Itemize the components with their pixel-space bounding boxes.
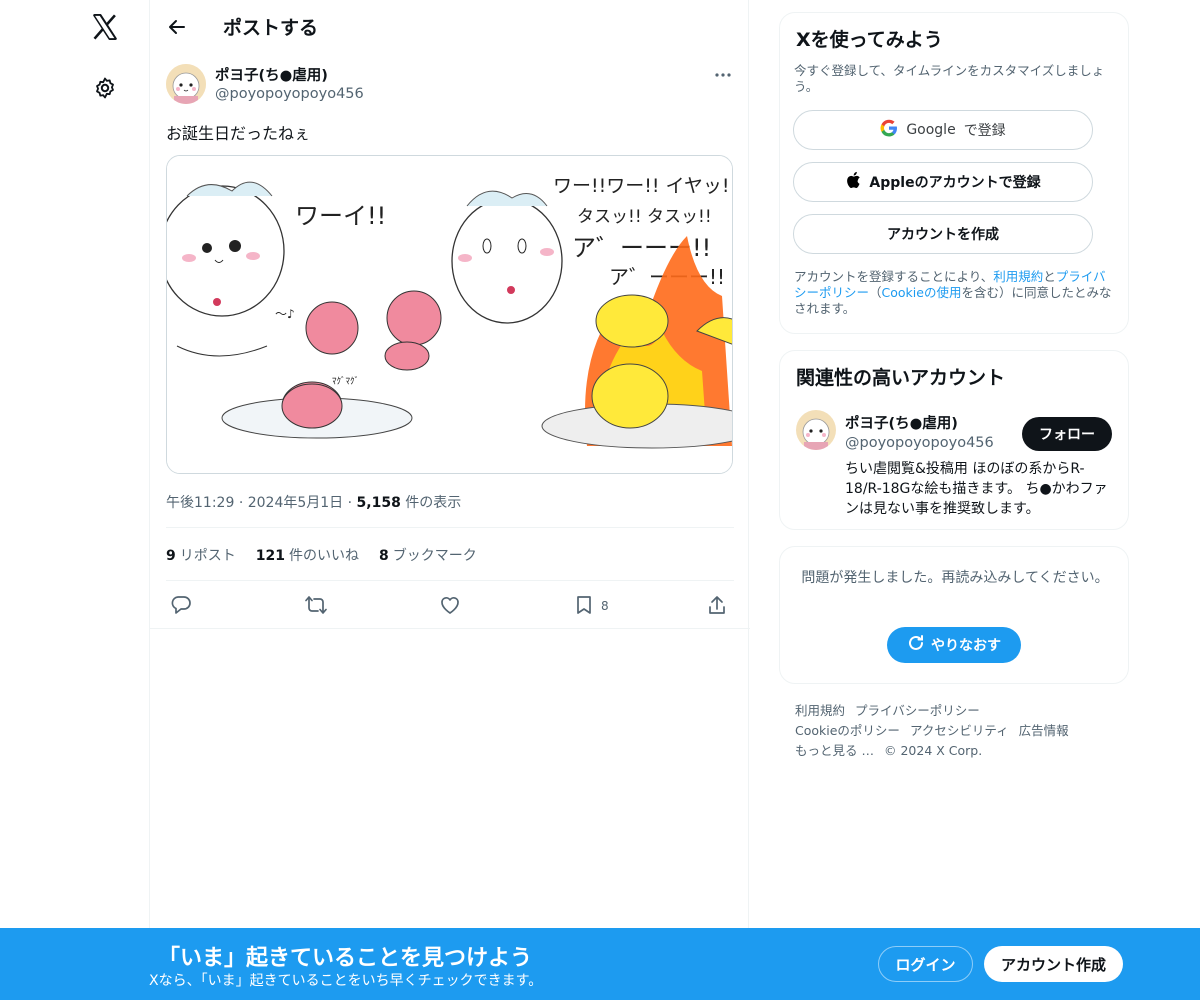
divider [166, 527, 734, 528]
post-author-name[interactable]: ポヨ子(ち●虐用) [215, 64, 328, 85]
apple-icon [845, 171, 861, 193]
signup-button[interactable]: アカウント作成 [984, 946, 1123, 982]
svg-text:ﾏｸﾞﾏｸﾞ: ﾏｸﾞﾏｸﾞ [332, 376, 359, 387]
error-message: 問題が発生しました。再読み込みしてください。 [801, 570, 1109, 586]
follow-button[interactable]: フォロー [1022, 417, 1112, 451]
post-text: お誕生日だったねぇ [166, 124, 311, 143]
apple-signup-label: Appleのアカウントで登録 [869, 175, 1041, 191]
copyright: © 2024 X Corp. [883, 743, 983, 758]
avatar[interactable] [796, 410, 836, 450]
footer-link[interactable]: プライバシーポリシー [855, 703, 980, 718]
retry-button[interactable]: やりなおす [887, 627, 1021, 663]
relevant-account-bio: ちい虐閲覧&投稿用 ほのぼの系からR-18/R-18Gな絵も描きます。 ち●かわ… [845, 461, 1108, 517]
post-time[interactable]: 午後11:29 [166, 495, 234, 511]
footer-link[interactable]: Cookieのポリシー [795, 723, 900, 738]
signup-banner: 「いま」起きていることを見つけよう Xなら、「いま」起きていることをいち早くチェ… [0, 928, 1200, 1000]
cookie-link[interactable]: Cookieの使用 [882, 285, 962, 300]
svg-text:〜♪: 〜♪ [275, 307, 295, 321]
footer-link[interactable]: もっと見る … [795, 743, 874, 758]
post-actions: 8 [150, 590, 750, 622]
apple-signup-button[interactable]: Appleのアカウントで登録 [793, 162, 1093, 202]
sidebar-footer: 利用規約 プライバシーポリシー Cookieのポリシー アクセシビリティ 広告情報 も… [795, 701, 1115, 761]
login-button[interactable]: ログイン [878, 946, 973, 982]
svg-text:ワー!!ワー!! イヤッ!!ヤ: ワー!!ワー!! イヤッ!!ヤ [553, 175, 732, 197]
repost-icon [304, 594, 328, 619]
google-signup-button[interactable]: Google で登録 [793, 110, 1093, 150]
signup-card-title: Xを使ってみよう [796, 29, 943, 51]
gear-icon[interactable] [90, 73, 120, 103]
banner-subtitle: Xなら、「いま」起きていることをいち早くチェックできます。 [149, 973, 543, 989]
google-signup-label: で登録 [963, 123, 1006, 139]
divider [150, 628, 750, 629]
post-image[interactable]: ワーイ!! 〜♪ ﾏｸﾞﾏｸﾞ ワー!!ワー!! イヤッ!!ヤ [166, 155, 733, 474]
refresh-icon [907, 634, 925, 656]
svg-text:タスッ!! タスッ!!: タスッ!! タスッ!! [577, 207, 712, 227]
google-brand-label: Google [906, 122, 956, 138]
relevant-account-name[interactable]: ポヨ子(ち●虐用) [845, 412, 958, 433]
create-account-button[interactable]: アカウントを作成 [793, 214, 1093, 254]
heart-icon [439, 594, 461, 619]
left-navigation [0, 0, 150, 1000]
footer-link[interactable]: 利用規約 [795, 703, 845, 718]
relevant-accounts-title: 関連性の高いアカウント [796, 367, 1006, 389]
relevant-account-handle[interactable]: @poyopoyopoyo456 [845, 435, 994, 451]
error-card: 問題が発生しました。再読み込みしてください。 やりなおす [779, 546, 1129, 684]
repost-button[interactable] [304, 590, 328, 622]
back-arrow-icon[interactable] [164, 14, 190, 40]
relevant-accounts-card: 関連性の高いアカウント ポヨ子(ち●虐用) @poyopoyopoyo456 フ… [779, 350, 1129, 530]
avatar[interactable] [166, 64, 206, 104]
x-logo-icon[interactable] [88, 10, 122, 44]
footer-link[interactable]: 広告情報 [1019, 723, 1069, 738]
more-options-icon[interactable] [712, 66, 734, 84]
bookmark-button[interactable]: 8 [573, 590, 609, 622]
bookmark-count: 8 [601, 599, 609, 613]
likes-stat[interactable]: 121 件のいいね [256, 545, 359, 565]
reposts-stat[interactable]: 9 リポスト [166, 545, 236, 565]
image-text-1: ワーイ!! [295, 202, 386, 230]
divider [166, 580, 734, 581]
post-views-label: 件の表示 [405, 495, 462, 511]
page-header: ポストする [150, 0, 750, 53]
share-icon [706, 594, 728, 619]
bookmark-icon [573, 594, 595, 619]
footer-link[interactable]: アクセシビリティ [910, 723, 1009, 738]
post-meta: 午後11:29 · 2024年5月1日 · 5,158 件の表示 [166, 495, 462, 511]
retry-label: やりなおす [931, 638, 1001, 654]
reply-icon [170, 594, 192, 619]
post-stats: 9 リポスト 121 件のいいね 8 ブックマーク [166, 545, 477, 565]
post-date[interactable]: 2024年5月1日 [248, 495, 343, 511]
signup-card-subtitle: 今すぐ登録して、タイムラインをカスタマイズしましょう。 [794, 63, 1105, 94]
main-column: ポストする ポヨ子(ち●虐用) @poyopoyopoyo456 お誕生日だった… [149, 0, 750, 1000]
share-button[interactable] [706, 590, 728, 622]
post-views-count: 5,158 [356, 495, 401, 511]
bookmarks-stat[interactable]: 8 ブックマーク [379, 545, 477, 565]
reply-button[interactable] [170, 590, 192, 622]
page-title: ポストする [223, 17, 319, 39]
like-button[interactable] [439, 590, 461, 622]
banner-title: 「いま」起きていることを見つけよう [158, 946, 533, 971]
create-account-label: アカウントを作成 [887, 227, 999, 243]
terms-link[interactable]: 利用規約 [993, 269, 1043, 284]
terms-notice: アカウントを登録することにより、利用規約とプライバシーポリシー（Cookieの使… [794, 269, 1112, 316]
post-author-handle[interactable]: @poyopoyopoyo456 [215, 86, 364, 102]
signup-card: Xを使ってみよう 今すぐ登録して、タイムラインをカスタマイズしましょう。 Goo… [779, 12, 1129, 334]
google-icon [880, 119, 898, 141]
